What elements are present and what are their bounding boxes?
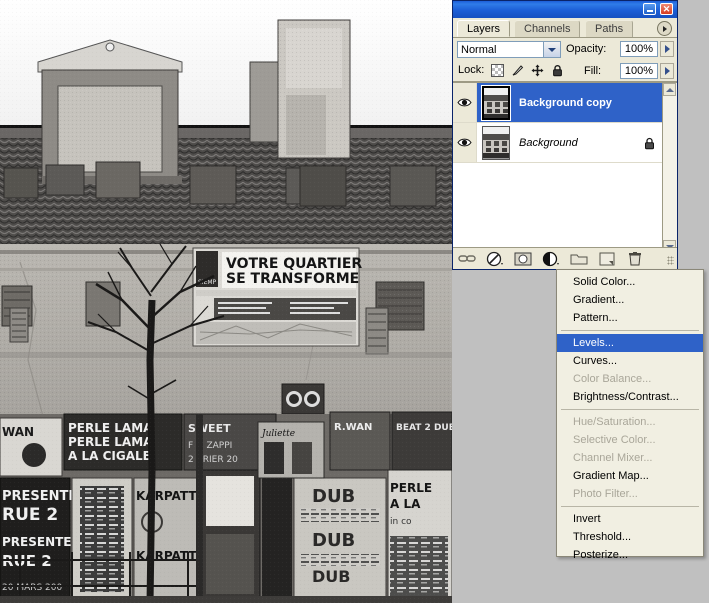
layer-thumbnail[interactable]	[481, 84, 511, 121]
layer-list[interactable]: Background copy Background	[453, 82, 677, 253]
layer-visibility-toggle[interactable]	[453, 83, 477, 122]
blend-mode-value: Normal	[461, 44, 497, 56]
layer-name[interactable]: Background copy	[519, 97, 612, 109]
layer-list-scrollbar[interactable]	[662, 83, 677, 253]
image-canvas[interactable]: SIEMP VOTRE QUARTIER SE TRANSFORME	[0, 0, 452, 603]
layer-name[interactable]: Background	[519, 137, 578, 149]
menu-item-gradient-map[interactable]: Gradient Map...	[557, 467, 703, 485]
new-fill-adjustment-layer-menu[interactable]: Solid Color... Gradient... Pattern... Le…	[556, 269, 704, 561]
opacity-input[interactable]: 100%	[620, 41, 658, 57]
menu-item-photo-filter: Photo Filter...	[573, 488, 638, 500]
menu-item-selective-color: Selective Color...	[573, 434, 656, 446]
menu-item-posterize[interactable]: Posterize...	[557, 546, 703, 564]
eye-icon	[457, 98, 472, 107]
layer-style-fx-icon[interactable]	[481, 249, 509, 269]
opacity-label: Opacity:	[566, 43, 607, 55]
palette-flyout-menu-icon[interactable]	[657, 21, 672, 36]
fill-label: Fill:	[584, 65, 602, 77]
eye-icon	[457, 138, 472, 147]
menu-item-brightness-contrast[interactable]: Brightness/Contrast...	[557, 388, 703, 406]
layers-palette-bottom-bar	[453, 247, 677, 269]
tab-channels[interactable]: Channels	[515, 20, 581, 37]
delete-layer-icon[interactable]	[621, 249, 649, 269]
menu-item-curves[interactable]: Curves...	[557, 352, 703, 370]
lock-image-pixels-icon[interactable]	[511, 64, 524, 77]
fill-input[interactable]: 100%	[620, 63, 658, 79]
menu-separator	[561, 506, 699, 507]
layer-row-background[interactable]: Background	[453, 123, 677, 163]
menu-item-color-balance: Color Balance...	[573, 373, 652, 385]
layer-row-background-copy[interactable]: Background copy	[453, 83, 677, 123]
link-layers-icon[interactable]	[453, 249, 481, 269]
minimize-icon[interactable]	[643, 3, 656, 15]
scroll-up-icon[interactable]	[663, 83, 676, 96]
menu-separator	[561, 330, 699, 331]
layer-visibility-toggle[interactable]	[453, 123, 477, 162]
menu-item-threshold[interactable]: Threshold...	[557, 528, 703, 546]
menu-item-levels[interactable]: Levels...	[557, 334, 703, 352]
lock-label: Lock:	[458, 64, 485, 76]
menu-item-gradient[interactable]: Gradient...	[557, 291, 703, 309]
layers-palette: ✕ Layers Channels Paths Normal Opacity: …	[452, 0, 678, 270]
opacity-slider-arrow-icon[interactable]	[660, 41, 674, 57]
palette-tab-row: Layers Channels Paths	[453, 18, 677, 38]
add-layer-mask-icon[interactable]	[509, 249, 537, 269]
tab-layers[interactable]: Layers	[457, 20, 511, 37]
close-icon[interactable]: ✕	[660, 3, 673, 15]
menu-item-channel-mixer: Channel Mixer...	[573, 452, 653, 464]
menu-item-hue-saturation: Hue/Saturation...	[573, 416, 656, 428]
lock-position-icon[interactable]	[531, 64, 544, 77]
fill-slider-arrow-icon[interactable]	[660, 63, 674, 79]
tab-paths[interactable]: Paths	[586, 20, 634, 37]
menu-item-solid-color[interactable]: Solid Color...	[557, 273, 703, 291]
blend-opacity-row: Normal Opacity: 100%	[453, 38, 677, 60]
resize-grip-icon[interactable]	[667, 256, 674, 265]
lock-transparent-pixels-icon[interactable]	[491, 64, 504, 77]
new-group-icon[interactable]	[565, 249, 593, 269]
layer-thumbnail[interactable]	[482, 125, 510, 160]
menu-item-pattern[interactable]: Pattern...	[557, 309, 703, 327]
chevron-down-icon[interactable]	[543, 42, 560, 57]
new-layer-icon[interactable]	[593, 249, 621, 269]
blend-mode-select[interactable]: Normal	[457, 41, 561, 58]
palette-title-bar[interactable]: ✕	[453, 1, 677, 18]
lock-all-icon[interactable]	[551, 64, 564, 77]
layer-locked-icon	[644, 137, 655, 153]
menu-separator	[561, 409, 699, 410]
new-fill-adjustment-layer-icon[interactable]	[537, 249, 565, 269]
lock-fill-row: Lock: Fill: 100%	[453, 60, 677, 82]
menu-item-invert[interactable]: Invert	[557, 510, 703, 528]
